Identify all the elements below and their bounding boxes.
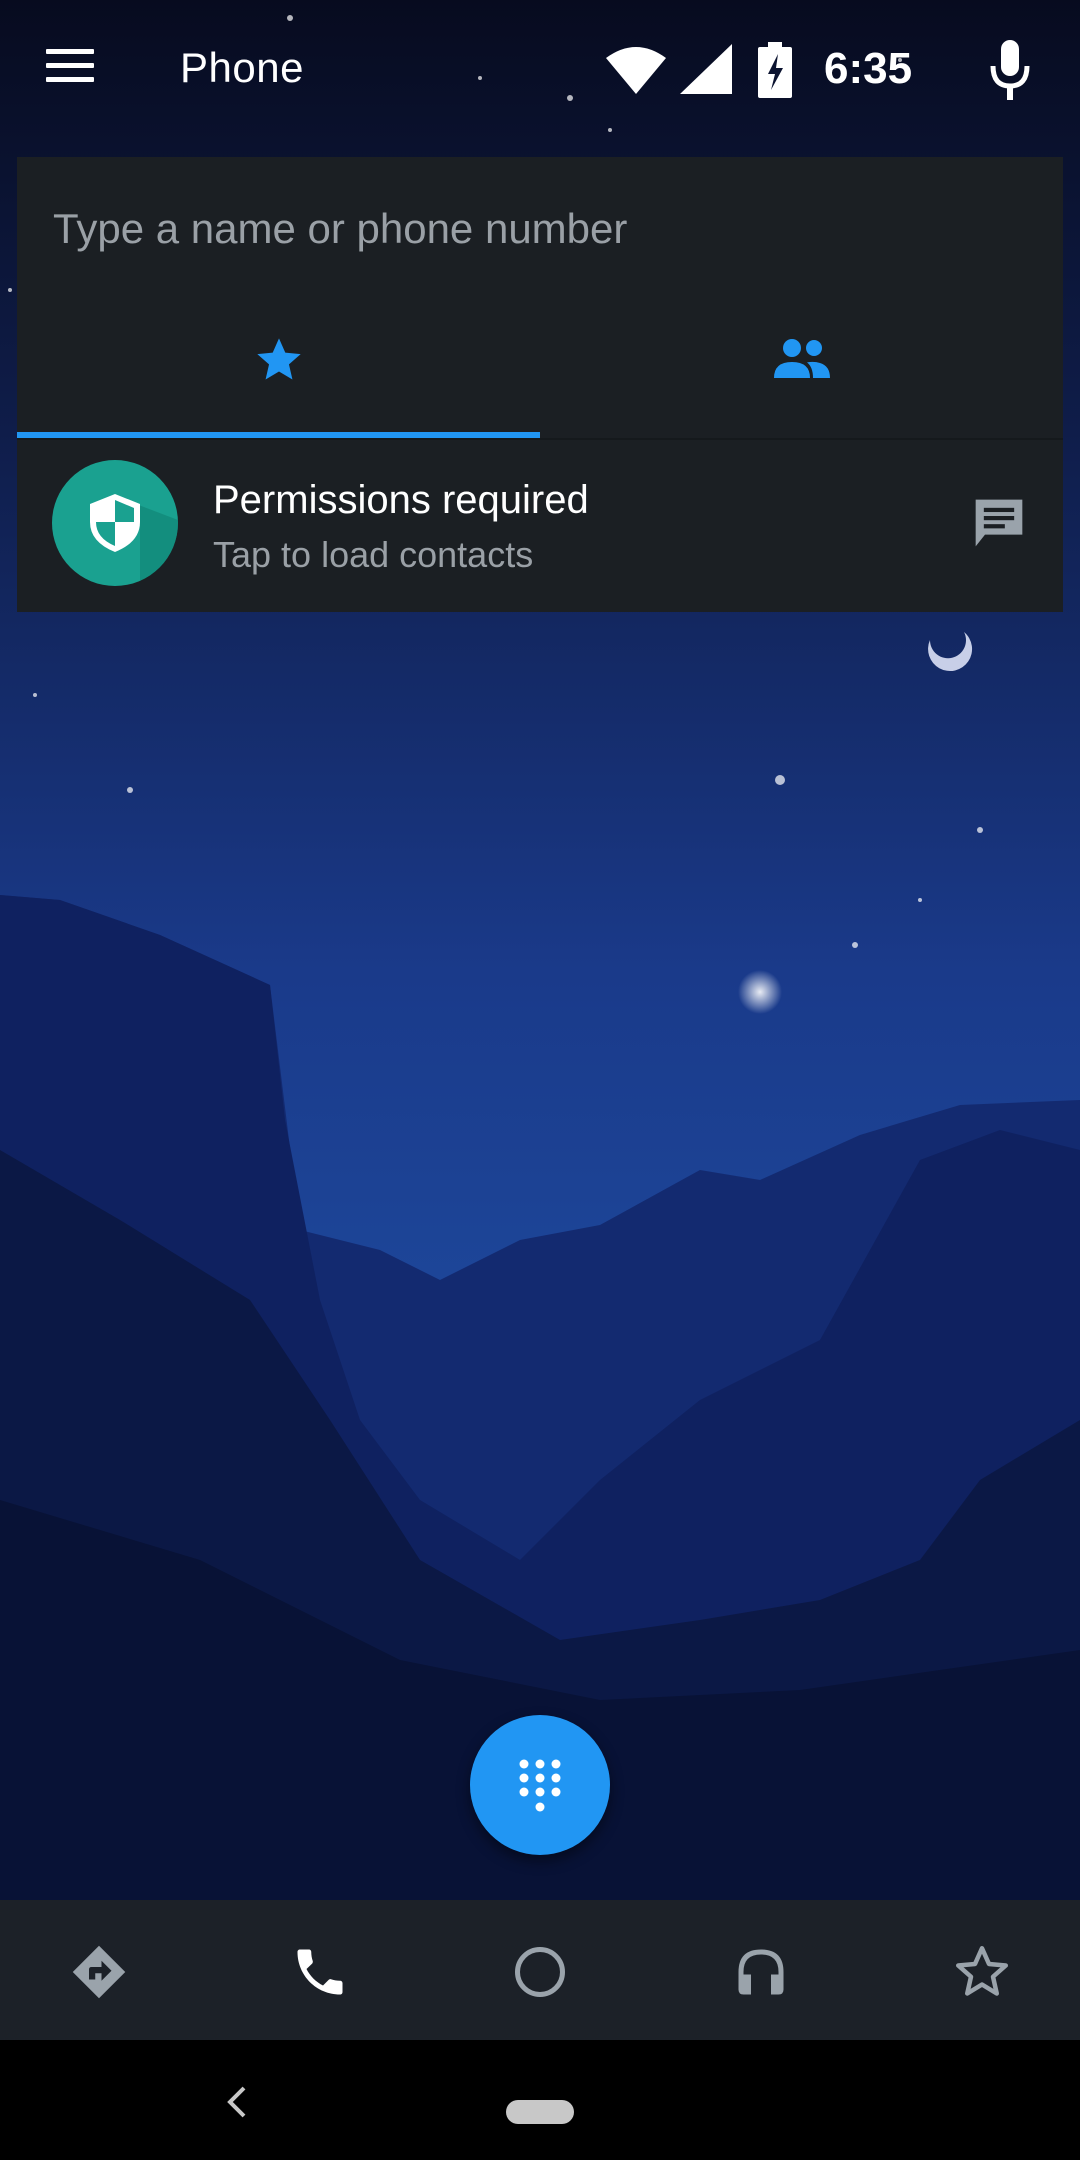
- headphones-icon[interactable]: [731, 1942, 791, 2002]
- shield-icon: [90, 494, 178, 586]
- star-outline-icon[interactable]: [952, 1942, 1012, 2002]
- mic-icon[interactable]: [984, 38, 1036, 102]
- tab-contacts[interactable]: [540, 307, 1063, 437]
- menu-icon[interactable]: [38, 42, 102, 102]
- message-icon[interactable]: [971, 495, 1027, 551]
- bottom-nav-bar: [0, 1900, 1080, 2040]
- search-panel: Permissions required Tap to load contact…: [17, 157, 1063, 612]
- app-title: Phone: [180, 44, 304, 91]
- circle-icon[interactable]: [510, 1942, 570, 2002]
- home-pill[interactable]: [506, 2100, 574, 2124]
- top-bar: Phone 6:35: [0, 0, 1080, 145]
- phone-icon[interactable]: [290, 1942, 350, 2002]
- search-input[interactable]: [53, 199, 1033, 259]
- permission-request-row[interactable]: Permissions required Tap to load contact…: [17, 440, 1063, 612]
- permission-title: Permissions required: [213, 478, 589, 522]
- back-icon[interactable]: [222, 2082, 252, 2122]
- battery-charging-icon: [758, 42, 792, 98]
- people-icon: [773, 339, 830, 378]
- wifi-icon: [606, 47, 666, 94]
- dialpad-icon: [519, 1759, 561, 1812]
- status-time: 6:35: [824, 44, 913, 93]
- star-icon: [256, 338, 301, 380]
- tab-favorites[interactable]: [17, 307, 540, 437]
- signal-icon: [680, 44, 732, 94]
- system-nav-bar: [0, 2040, 1080, 2160]
- permission-subtitle: Tap to load contacts: [213, 534, 534, 575]
- dialpad-button[interactable]: [470, 1715, 610, 1855]
- directions-icon[interactable]: [69, 1942, 129, 2002]
- avatar: [52, 460, 178, 586]
